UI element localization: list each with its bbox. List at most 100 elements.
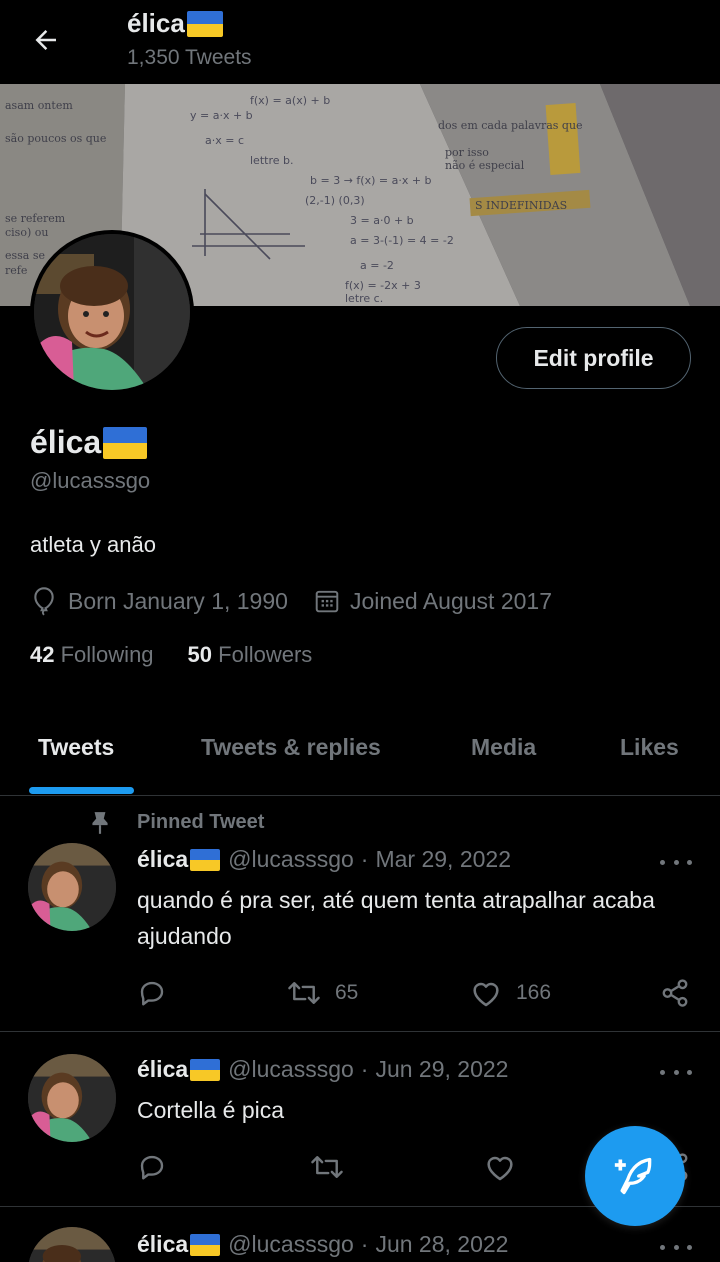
header-title: élica	[127, 8, 223, 39]
profile-avatar[interactable]	[30, 230, 194, 394]
avatar-image	[28, 1054, 116, 1142]
joined-text: Joined August 2017	[349, 587, 552, 614]
svg-text:ciso) ou: ciso) ou	[5, 226, 48, 239]
tweet-date[interactable]: Mar 29, 2022	[375, 846, 511, 873]
svg-text:b = 3 → f(x) = a·x + b: b = 3 → f(x) = a·x + b	[310, 174, 432, 187]
followers-count: 50	[187, 642, 213, 667]
tweet-header: élica @lucasssgo · Jun 29, 2022	[137, 1056, 508, 1083]
tweet-author-handle: @lucasssgo	[228, 1231, 354, 1257]
profile-display-name: élica	[30, 424, 102, 460]
following-count: 42	[30, 642, 55, 667]
tweet-avatar[interactable]	[28, 1227, 116, 1262]
reply-icon	[140, 981, 164, 1006]
ukraine-flag-icon	[190, 1233, 221, 1256]
svg-text:dos em cada palavras que: dos em cada palavras que	[438, 119, 583, 132]
reply-button[interactable]	[137, 1152, 181, 1182]
profile-name: élica	[30, 424, 148, 461]
svg-text:asam ontem: asam ontem	[5, 99, 73, 112]
svg-text:essa se: essa se	[5, 249, 45, 262]
svg-text:3 = a·0 + b: 3 = a·0 + b	[350, 214, 414, 227]
following-link[interactable]: 42 Following	[30, 642, 154, 668]
svg-text:a = 3-(-1) = 4 = -2: a = 3-(-1) = 4 = -2	[350, 234, 454, 247]
tweet-text: Cortella é pica	[137, 1097, 285, 1123]
calendar-icon	[315, 590, 339, 613]
top-bar: élica 1,350 Tweets	[0, 0, 720, 84]
tweet-date[interactable]: Jun 28, 2022	[375, 1231, 508, 1258]
separator-dot: ·	[360, 846, 369, 872]
tweet[interactable]: élica @lucasssgo · Mar 29, 2022 quando é…	[0, 838, 720, 1032]
reply-button[interactable]	[137, 978, 181, 1008]
header-tweet-count: 1,350 Tweets	[127, 46, 252, 69]
tweet-date[interactable]: Jun 29, 2022	[375, 1056, 508, 1083]
separator-dot: ·	[360, 1231, 369, 1257]
profile-tabs: Tweets Tweets & replies Media Likes	[0, 712, 720, 796]
retweet-count: 65	[335, 981, 359, 1004]
share-icon	[662, 979, 688, 1007]
like-button[interactable]: 166	[470, 978, 551, 1008]
svg-text:a = -2: a = -2	[360, 259, 394, 272]
more-icon[interactable]	[660, 1062, 692, 1082]
separator-dot: ·	[360, 1056, 369, 1082]
tweet-avatar[interactable]	[28, 843, 116, 931]
reply-icon	[140, 1155, 164, 1180]
edit-profile-button[interactable]: Edit profile	[496, 327, 691, 389]
more-icon[interactable]	[660, 1237, 692, 1257]
tweet-header: élica @lucasssgo · Jun 28, 2022	[137, 1231, 508, 1258]
birthday-text: Born January 1, 1990	[68, 587, 288, 614]
tab-tweets[interactable]: Tweets	[38, 734, 114, 761]
svg-text:por isso: por isso	[445, 146, 489, 159]
tweet-header: élica @lucasssgo · Mar 29, 2022	[137, 846, 511, 873]
active-tab-indicator	[29, 787, 134, 794]
svg-text:a·x = c: a·x = c	[205, 134, 244, 147]
tweet-author-handle: @lucasssgo	[228, 1056, 354, 1082]
svg-text:f(x) = a(x) + b: f(x) = a(x) + b	[250, 94, 330, 107]
compose-feather-icon	[614, 1157, 652, 1195]
svg-text:(2,-1) (0,3): (2,-1) (0,3)	[305, 194, 365, 207]
like-button[interactable]	[484, 1152, 530, 1182]
svg-text:não é especial: não é especial	[445, 159, 525, 172]
svg-text:refe: refe	[5, 264, 27, 277]
tab-likes[interactable]: Likes	[620, 734, 679, 761]
tweet-author-name[interactable]: élica	[137, 846, 188, 873]
compose-button[interactable]	[585, 1126, 685, 1226]
share-button[interactable]	[660, 978, 704, 1008]
svg-text:y = a·x + b: y = a·x + b	[190, 109, 253, 122]
more-icon[interactable]	[660, 852, 692, 872]
retweet-icon	[311, 1156, 343, 1178]
svg-text:S INDEFINIDAS: S INDEFINIDAS	[475, 199, 567, 212]
pinned-label: Pinned Tweet	[0, 808, 720, 838]
svg-text:f(x) = -2x + 3: f(x) = -2x + 3	[345, 279, 421, 292]
tweet-author-handle: @lucasssgo	[228, 846, 354, 872]
joined-info: Joined August 2017	[314, 588, 552, 615]
tweet-text: quando é pra ser, até quem tenta atrapal…	[137, 887, 655, 949]
tweet-avatar[interactable]	[28, 1054, 116, 1142]
back-button[interactable]	[26, 20, 66, 60]
svg-text:se referem: se referem	[5, 212, 66, 225]
ukraine-flag-icon	[190, 848, 221, 871]
following-label: Following	[60, 642, 154, 667]
followers-label: Followers	[218, 642, 313, 667]
svg-text:letre c.: letre c.	[345, 292, 383, 305]
avatar-image	[28, 843, 116, 931]
retweet-icon	[288, 982, 320, 1004]
avatar-image	[28, 1227, 116, 1262]
ukraine-flag-icon	[103, 426, 148, 459]
tweet-author-name[interactable]: élica	[137, 1231, 188, 1258]
balloon-icon	[34, 587, 54, 616]
birthday-info: Born January 1, 1990	[30, 586, 288, 616]
tab-tweets-replies[interactable]: Tweets & replies	[201, 734, 381, 761]
heart-icon	[473, 982, 499, 1007]
profile-handle: @lucasssgo	[30, 468, 151, 493]
header-display-name: élica	[127, 8, 185, 38]
profile-meta: Born January 1, 1990 Joined August 2017	[30, 586, 578, 616]
like-count: 166	[516, 981, 552, 1004]
retweet-button[interactable]: 65	[287, 978, 358, 1008]
svg-text:lettre b.: lettre b.	[250, 154, 293, 167]
tab-media[interactable]: Media	[471, 734, 536, 761]
followers-link[interactable]: 50 Followers	[188, 642, 313, 668]
tweet-author-name[interactable]: élica	[137, 1056, 188, 1083]
retweet-button[interactable]	[310, 1152, 358, 1182]
follow-stats: 42 Following 50 Followers	[30, 642, 346, 668]
profile-bio: atleta y anão	[30, 532, 156, 557]
heart-icon	[487, 1156, 513, 1181]
